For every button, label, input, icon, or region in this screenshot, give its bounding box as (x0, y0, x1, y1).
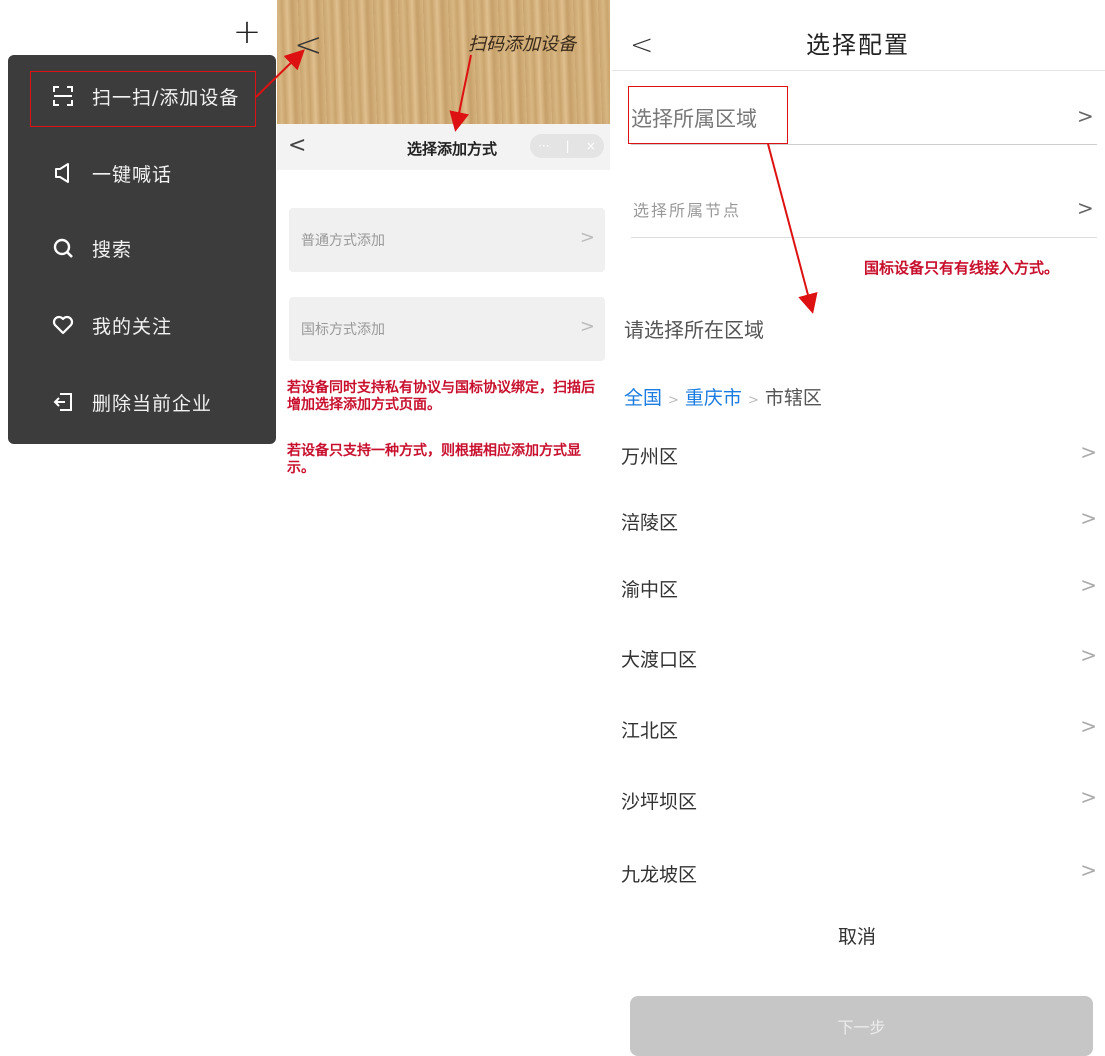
annotation-arrows (255, 49, 818, 314)
arrow-to-region (767, 143, 818, 314)
arrow-to-add-method (449, 54, 472, 132)
arrow-to-scan (255, 49, 305, 98)
